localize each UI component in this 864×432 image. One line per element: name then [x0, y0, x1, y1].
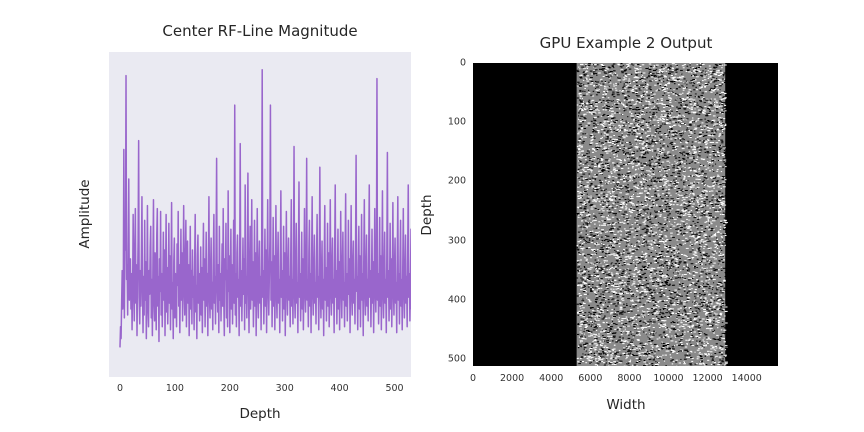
- right-x-tick-label: 4000: [539, 373, 564, 384]
- right-x-tick-label: 2000: [500, 373, 525, 384]
- right-y-axis-label: Depth: [419, 194, 435, 236]
- right-x-tick-label: 10000: [653, 373, 684, 384]
- right-y-tick-label: 100: [447, 116, 466, 128]
- series-line-0: [119, 68, 411, 348]
- right-x-tick-label: 8000: [617, 373, 642, 384]
- right-y-tick-label: 300: [447, 235, 466, 247]
- right-y-tick-label: 200: [447, 175, 466, 187]
- right-y-tick-label: 400: [447, 294, 466, 306]
- right-x-tick-label: 6000: [578, 373, 603, 384]
- right-y-tick-label: 0: [459, 57, 466, 69]
- right-x-tick-label: 0: [469, 373, 477, 384]
- right-x-tick-label: 14000: [731, 373, 762, 384]
- right-x-tick-label: 12000: [692, 373, 723, 384]
- left-x-tick-label: 500: [385, 383, 404, 394]
- right-chart-title: GPU Example 2 Output: [539, 34, 713, 52]
- left-chart-title: Center RF-Line Magnitude: [162, 22, 358, 40]
- left-x-axis-label: Depth: [239, 406, 281, 422]
- left-x-tick-label: 300: [275, 383, 294, 394]
- right-x-axis-label: Width: [606, 397, 646, 413]
- right-image-overlay: [576, 63, 728, 366]
- left-line-chart: [119, 68, 411, 348]
- left-x-tick-label: 200: [220, 383, 239, 394]
- left-x-tick-label: 0: [116, 383, 123, 394]
- left-x-tick-label: 400: [330, 383, 349, 394]
- left-x-tick-label: 100: [165, 383, 184, 394]
- left-y-axis-label: Amplitude: [77, 179, 93, 249]
- right-y-tick-label: 500: [447, 353, 466, 365]
